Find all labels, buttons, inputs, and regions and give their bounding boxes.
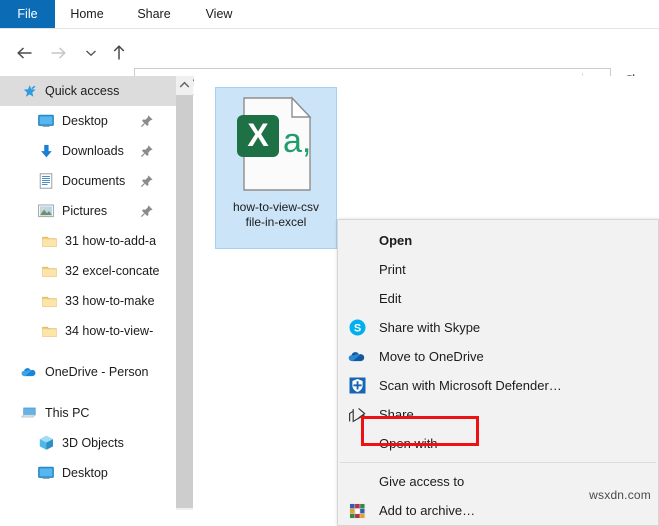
context-menu-item-share[interactable]: Share (338, 400, 658, 429)
context-menu[interactable]: Open Print Edit S Share with Skype Move … (337, 219, 659, 526)
sidebar-item-pictures[interactable]: Pictures (0, 196, 176, 226)
sidebar-item-label: Desktop (62, 114, 108, 128)
desktop-icon (38, 113, 54, 129)
forward-button[interactable] (45, 41, 71, 65)
sidebar-item-label: 33 how-to-make (65, 294, 155, 308)
context-menu-separator (340, 462, 656, 463)
defender-shield-icon (348, 377, 366, 395)
sidebar-item-folder-32[interactable]: 32 excel-concate (0, 256, 176, 286)
context-menu-item-label: Edit (379, 291, 402, 306)
context-menu-item-open[interactable]: Open (338, 226, 658, 255)
pin-icon (140, 204, 154, 218)
sidebar-item-3d-objects[interactable]: 3D Objects (0, 428, 176, 458)
downloads-icon (38, 143, 54, 159)
file-item-label: how-to-view-csv file-in-excel (219, 200, 333, 230)
sidebar-item-desktop[interactable]: Desktop (0, 106, 176, 136)
svg-text:a,: a, (283, 122, 311, 160)
navigation-pane-scrollbar[interactable] (176, 76, 193, 510)
sidebar-item-label: 31 how-to-add-a (65, 234, 157, 248)
sidebar-item-documents[interactable]: Documents (0, 166, 176, 196)
tab-share[interactable]: Share (128, 0, 180, 28)
share-arrow-icon (348, 406, 366, 424)
sidebar-item-label: 3D Objects (62, 436, 124, 450)
sidebar-item-quick-access[interactable]: Quick access (0, 76, 176, 106)
sidebar-item-label: Pictures (62, 204, 108, 218)
pictures-icon (38, 203, 54, 219)
ribbon-tab-bar: File Home Share View (0, 0, 659, 29)
context-menu-item-label: Add to archive… (379, 503, 476, 518)
back-arrow-icon (17, 47, 32, 59)
recent-locations-button[interactable] (78, 41, 104, 65)
watermark: wsxdn.com (589, 488, 651, 502)
up-button[interactable] (106, 41, 132, 65)
context-menu-item-open-with[interactable]: Open with (338, 429, 658, 458)
sidebar-item-folder-31[interactable]: 31 how-to-add-a (0, 226, 176, 256)
sidebar-item-label: Desktop (62, 466, 108, 480)
forward-arrow-icon (51, 47, 66, 59)
sidebar-item-desktop-pc[interactable]: Desktop (0, 458, 176, 488)
context-menu-item-label: Print (379, 262, 406, 277)
pin-icon (140, 144, 154, 158)
skype-icon: S (348, 319, 366, 337)
sidebar-item-folder-33[interactable]: 33 how-to-make (0, 286, 176, 316)
file-name-line-1: how-to-view-csv (232, 200, 319, 214)
context-menu-item-label: Give access to (379, 474, 465, 489)
folder-icon (41, 323, 57, 339)
context-menu-item-share-with-skype[interactable]: S Share with Skype (338, 313, 658, 342)
sidebar-item-label: Downloads (62, 144, 124, 158)
quick-access-star-icon (21, 83, 37, 99)
pin-icon (140, 114, 154, 128)
svg-text:X: X (247, 117, 269, 153)
navigation-bar: « 34 how-to-view-csv-file-in-excel › New… (0, 29, 659, 95)
sidebar-item-onedrive[interactable]: OneDrive - Person (0, 357, 176, 387)
sidebar-item-label: Documents (62, 174, 126, 188)
context-menu-item-label: Open with (379, 436, 438, 451)
sidebar-item-folder-34[interactable]: 34 how-to-view- (0, 316, 176, 346)
sidebar-item-label: OneDrive - Person (45, 365, 149, 379)
context-menu-item-move-to-onedrive[interactable]: Move to OneDrive (338, 342, 658, 371)
3d-objects-icon (38, 435, 54, 451)
up-arrow-icon (113, 45, 125, 60)
sidebar-item-label: This PC (45, 406, 90, 420)
sidebar-item-this-pc[interactable]: This PC (0, 398, 176, 428)
onedrive-icon (348, 348, 366, 366)
context-menu-item-edit[interactable]: Edit (338, 284, 658, 313)
sidebar-item-downloads[interactable]: Downloads (0, 136, 176, 166)
context-menu-item-label: Move to OneDrive (379, 349, 484, 364)
file-item-csv[interactable]: a, X how-to-view-csv file-in-excel (215, 87, 337, 249)
context-menu-item-label: Scan with Microsoft Defender… (379, 378, 562, 393)
tab-view[interactable]: View (196, 0, 242, 28)
pin-icon (140, 174, 154, 188)
onedrive-icon (21, 364, 37, 380)
navigation-pane: Quick access Desktop Downloads Documents… (0, 76, 176, 510)
folder-icon (41, 233, 57, 249)
scroll-up-button[interactable] (176, 76, 193, 93)
winrar-archive-icon (348, 502, 366, 520)
context-menu-item-label: Share with Skype (379, 320, 481, 335)
context-menu-item-label: Open (379, 233, 413, 248)
sidebar-item-label: 34 how-to-view- (65, 324, 154, 338)
context-menu-item-print[interactable]: Print (338, 255, 658, 284)
sidebar-item-label: Quick access (45, 84, 120, 98)
documents-icon (38, 173, 54, 189)
tab-home[interactable]: Home (60, 0, 114, 28)
file-name-line-2: file-in-excel (245, 215, 307, 229)
chevron-down-icon (86, 50, 96, 57)
csv-excel-file-icon: a, X (236, 96, 316, 192)
scroll-up-icon (179, 81, 190, 87)
folder-icon (41, 263, 57, 279)
this-pc-icon (21, 405, 37, 421)
sidebar-item-label: 32 excel-concate (65, 264, 160, 278)
desktop-icon (38, 465, 54, 481)
svg-text:S: S (353, 322, 360, 334)
tab-file[interactable]: File (0, 0, 55, 28)
context-menu-item-label: Share (379, 407, 414, 422)
folder-icon (41, 293, 57, 309)
scrollbar-thumb[interactable] (176, 95, 193, 508)
back-button[interactable] (12, 41, 38, 65)
context-menu-item-scan-with-defender[interactable]: Scan with Microsoft Defender… (338, 371, 658, 400)
